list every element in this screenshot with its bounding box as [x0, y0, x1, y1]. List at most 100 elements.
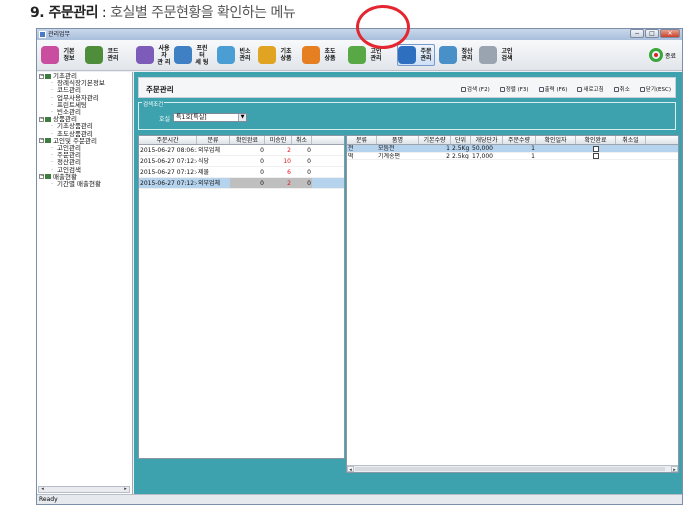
toolbar-icon-3 [174, 46, 192, 64]
order-cell-cancel: 0 [307, 158, 311, 165]
exit-button[interactable]: 종료 [648, 48, 676, 62]
action-button-3[interactable]: 새로고침 [577, 85, 604, 93]
action-button-5[interactable]: 닫기(ESC) [639, 85, 671, 93]
maximize-button[interactable]: □ [645, 29, 659, 38]
order-list-column-header[interactable]: 확인완료 [230, 136, 265, 144]
order-detail-column-header[interactable]: 확인일자 [536, 136, 576, 144]
table-row[interactable]: 2015-06-27 08:06:36외부업체 0 2 0 [139, 145, 344, 156]
table-row[interactable]: 전 모듬전 1 2.5Kg 50,000 1 [347, 145, 678, 153]
order-list-column-header[interactable]: 주문시간 [139, 136, 197, 144]
room-select[interactable]: 특1호[특실] ▼ [173, 113, 247, 122]
tree-item[interactable]: 기간별 매출현황 [39, 180, 105, 188]
toolbar-label-5: 기초 상품 [278, 48, 294, 62]
order-list-column-header[interactable]: 취소 [292, 136, 312, 144]
order-list-column-header[interactable]: 분류 [197, 136, 230, 144]
toolbar-button-8[interactable]: 주문 관리 [397, 44, 435, 66]
toolbar-label-line2: 세 팅 [195, 58, 209, 66]
detail-scroll-right-icon[interactable]: ▸ [671, 466, 678, 473]
toolbar-button-2[interactable]: 사용자 관 리 [136, 44, 172, 66]
collapse-icon[interactable]: − [39, 174, 44, 180]
detail-cell-confirmed [576, 153, 616, 159]
toolbar-button-1[interactable]: 코드 관리 [85, 44, 121, 66]
table-row[interactable]: 떡 기계송편 2 2.5kg 17,000 1 [347, 152, 678, 160]
scroll-right-arrow-icon[interactable]: ▸ [122, 487, 129, 492]
toolbar-label-line1: 코드 [107, 48, 119, 55]
order-detail-column-header[interactable]: 분류 [347, 136, 377, 144]
toolbar-icon-9 [439, 46, 457, 64]
toolbar-icon-0 [41, 46, 59, 64]
table-row[interactable]: 2015-06-27 07:12:42외부업체 020 [139, 178, 344, 189]
order-cell-pending: 2 [287, 147, 291, 154]
order-cell-pending: 6 [287, 169, 291, 176]
search-legend: 검색조건 [142, 100, 165, 108]
detail-cell-cat: 전 [348, 145, 354, 152]
toolbar-label-line1: 고인 [370, 48, 382, 55]
toolbar-label-1: 코드 관리 [105, 48, 121, 62]
toolbar-button-0[interactable]: 기본 정보 [41, 44, 77, 66]
toolbar-icon-2 [136, 46, 154, 64]
panel-title: 주문관리 [146, 85, 174, 94]
action-button-0[interactable]: 검색 (F2) [460, 85, 490, 93]
scroll-left-arrow-icon[interactable]: ◂ [39, 487, 46, 492]
detail-scroll-thumb[interactable] [355, 467, 665, 471]
toolbar-label-line1: 주문 [420, 48, 432, 55]
detail-horizontal-scrollbar[interactable]: ◂ ▸ [347, 465, 678, 473]
navigation-tree-panel: −기초관리장례식장기본정보코드관리업무사용자관리프린트세팅빈소관리−상품관리기초… [37, 72, 133, 494]
toolbar-button-3[interactable]: 프린터 세 팅 [174, 44, 210, 66]
detail-cell-order: 1 [531, 145, 535, 152]
collapse-icon[interactable]: − [39, 138, 44, 144]
table-row[interactable]: 2015-06-27 07:12:42제물 0 6 0 [139, 167, 344, 178]
order-detail-column-header[interactable]: 주문수량 [503, 136, 536, 144]
dropdown-arrow-icon[interactable]: ▼ [238, 114, 246, 121]
room-select-value: 특1호[특실] [176, 114, 207, 121]
order-cell-cat: 외부업체 [198, 147, 221, 154]
toolbar-label-line1: 정산 [461, 48, 473, 55]
toolbar-label-line2: 관리 [239, 55, 251, 62]
order-cell-done: 0 [260, 169, 264, 176]
close-button[interactable]: ✕ [660, 29, 680, 38]
order-detail-column-header[interactable]: 개당단가 [471, 136, 503, 144]
order-detail-column-header[interactable]: 기본수량 [419, 136, 451, 144]
confirm-checkbox[interactable] [593, 153, 599, 159]
caption-number: 9. [30, 5, 49, 21]
toolbar-label-10: 고인 검색 [499, 48, 515, 62]
order-list-column-header[interactable]: 미승인 [265, 136, 292, 144]
detail-scroll-left-icon[interactable]: ◂ [347, 466, 354, 473]
app-icon [39, 31, 46, 38]
toolbar-button-5[interactable]: 기초 상품 [258, 44, 294, 66]
table-row[interactable]: 2015-06-27 07:12:42식당 0 10 0 [139, 156, 344, 167]
toolbar-button-6[interactable]: 초도 상품 [302, 44, 338, 66]
action-button-4[interactable]: 취소 [613, 85, 630, 93]
toolbar-button-10[interactable]: 고인 검색 [479, 44, 515, 66]
order-detail-column-header[interactable]: 취소일 [616, 136, 646, 144]
caption-separator: : [97, 5, 111, 21]
toolbar-label-line2: 관리 [107, 55, 119, 62]
action-button-1[interactable]: 정렬 (F3) [499, 85, 529, 93]
detail-cell-unit: 2.5kg [452, 152, 469, 159]
toolbar-label-2: 사용자 관 리 [156, 45, 172, 66]
folder-icon [45, 73, 51, 79]
exit-label: 종료 [664, 52, 676, 60]
action-label-3: 새로고침 [583, 87, 604, 93]
order-detail-column-header[interactable]: 확인완료 [576, 136, 616, 144]
order-cell-time: 2015-06-27 07:12:42 [140, 180, 197, 187]
detail-cell-confirm-date [536, 153, 576, 160]
minimize-button[interactable]: − [630, 29, 644, 38]
order-detail-column-header[interactable]: 단위 [451, 136, 471, 144]
confirm-checkbox[interactable] [593, 145, 599, 152]
toolbar-label-line2: 상품 [280, 55, 292, 62]
toolbar-label-line1: 기초 [280, 48, 292, 55]
folder-icon [45, 138, 51, 144]
detail-cell-price: 50,000 [472, 145, 493, 152]
collapse-icon[interactable]: − [39, 116, 44, 122]
toolbar-button-4[interactable]: 빈소 관리 [217, 44, 253, 66]
action-button-2[interactable]: 출력 (F6) [538, 85, 567, 93]
toolbar-button-9[interactable]: 정산 관리 [439, 44, 475, 66]
toolbar-label-line2: 검색 [501, 55, 513, 62]
collapse-icon[interactable]: − [39, 73, 44, 79]
order-detail-column-header[interactable]: 품명 [377, 136, 419, 144]
window-title: 관리업무 [48, 31, 71, 38]
tree-horizontal-scrollbar[interactable]: ◂ ▸ [38, 486, 130, 493]
detail-cell-name: 기계송편 [378, 152, 401, 159]
caption-description: 호실별 주문현황을 확인하는 메뉴 [110, 5, 296, 21]
